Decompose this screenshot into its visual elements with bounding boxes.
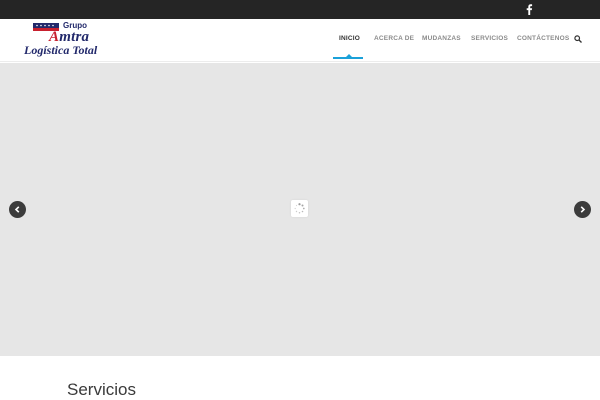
slider-prev-button[interactable] (9, 201, 26, 218)
nav-item-mudanzas[interactable]: MUDANZAS (422, 35, 461, 42)
header: Grupo Amtra Logística Total INICIO ACERC… (0, 19, 600, 62)
nav-item-contactenos[interactable]: CONTÁCTENOS (517, 35, 569, 42)
nav-item-servicios[interactable]: SERVICIOS (471, 35, 508, 42)
nav-item-inicio[interactable]: INICIO (339, 35, 360, 42)
chevron-right-icon (580, 206, 586, 213)
section-title: Servicios (67, 380, 136, 399)
slider-loader (291, 200, 308, 217)
hero-slider[interactable] (0, 63, 600, 356)
main-nav: INICIO ACERCA DE MUDANZAS SERVICIOS CONT… (0, 19, 600, 62)
spinner-icon (294, 203, 305, 214)
search-icon[interactable] (574, 35, 582, 43)
facebook-icon[interactable] (525, 4, 533, 15)
slider-next-button[interactable] (574, 201, 591, 218)
chevron-left-icon (14, 206, 20, 213)
nav-item-acerca-de[interactable]: ACERCA DE (374, 35, 414, 42)
top-bar (0, 0, 600, 19)
active-underline (333, 57, 363, 59)
services-section: Servicios (0, 356, 600, 400)
